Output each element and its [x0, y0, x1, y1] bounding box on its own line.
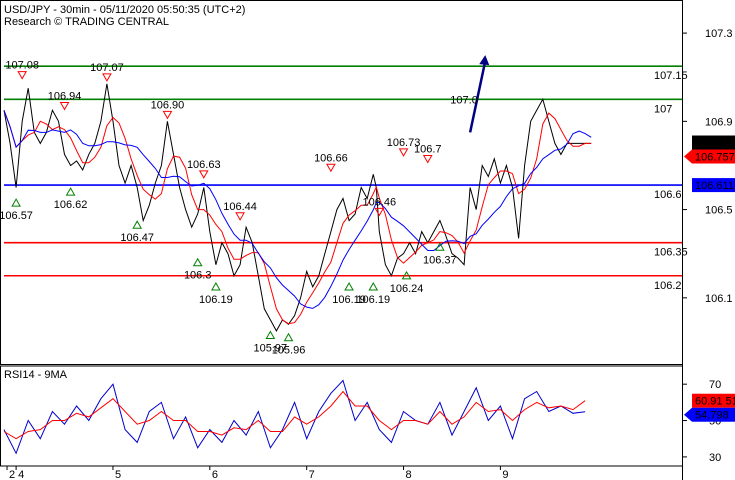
price-tick-label-2: 106.9: [705, 116, 733, 128]
trough-marker-21: [434, 242, 445, 251]
trough-label-15: 106.19: [199, 294, 233, 306]
peak-marker-7: [374, 207, 385, 217]
rsi-badge-label-0: 60.91 51: [695, 396, 735, 408]
rsi-tick-label-0: 30: [709, 452, 721, 464]
peak-label-3: 106.90: [151, 99, 185, 111]
rsi-badge-label-1: 54.798: [695, 410, 729, 422]
level-label-0: 107.15: [654, 70, 688, 82]
peak-label-6: 106.66: [314, 152, 348, 164]
trough-label-19: 106.19: [356, 294, 390, 306]
day-label-1: 4: [18, 469, 24, 480]
trough-marker-16: [265, 330, 276, 339]
trough-marker-14: [192, 257, 203, 267]
peak-label-9: 106.7: [414, 143, 442, 155]
slow-ma-series: [3, 110, 592, 309]
trough-label-11: 106.57: [0, 210, 33, 222]
price-panel-frame: [0, 0, 683, 365]
level-label-3: 106.35: [654, 247, 688, 259]
trough-label-17: 105.96: [272, 345, 306, 357]
trough-marker-18: [344, 281, 354, 291]
peak-marker-9: [422, 154, 433, 164]
rsi-badge-pointer-1: [684, 407, 692, 422]
peak-marker-2: [102, 73, 112, 82]
price-tick-label-3: 107.3: [705, 28, 733, 40]
peak-marker-6: [326, 163, 336, 173]
trough-marker-11: [11, 198, 21, 207]
peak-label-4: 106.63: [187, 159, 221, 171]
trough-marker-17: [283, 332, 294, 342]
trough-label-13: 106.47: [120, 232, 154, 244]
price-tick-label-0: 106.1: [705, 293, 733, 305]
price-series: [3, 83, 592, 332]
rsi-ma-series: [3, 390, 586, 440]
peak-label-2: 107.07: [90, 62, 124, 74]
trough-marker-13: [132, 220, 143, 229]
price-badge-label-2: 106.611: [695, 180, 734, 192]
peak-marker-0: [17, 71, 28, 80]
chart-root: 107.15 107 106.6 106.35 106.2 107.08 106.94 10…: [0, 0, 735, 480]
day-label-5: 8: [406, 469, 412, 480]
trough-label-14: 106.3: [184, 270, 212, 282]
peak-label-1: 106.94: [48, 91, 82, 103]
day-label-6: 9: [502, 469, 508, 480]
peak-marker-1: [59, 102, 70, 111]
trough-label-20: 106.24: [390, 283, 424, 295]
rsi-title: RSI14 - 9MA: [4, 369, 68, 381]
chart-title: USD/JPY - 30min - 05/11/2020 05:50:35 (U…: [4, 4, 245, 16]
peak-label-5: 106.44: [223, 201, 257, 213]
chart-subtitle: Research © TRADING CENTRAL: [4, 16, 169, 28]
price-badge-pointer-1: [684, 149, 692, 164]
chart-svg: 107.15107106.6106.35106.2 107.08106.9410…: [0, 0, 735, 480]
target-label-10: 107.0: [450, 94, 478, 106]
peak-marker-4: [198, 170, 209, 179]
price-badge-label-1: 106.757: [695, 152, 735, 164]
trough-marker-19: [368, 281, 379, 291]
fast-ma-series: [3, 110, 592, 325]
price-badge-label-0: 106.804: [695, 138, 735, 150]
rsi-panel-frame: [0, 365, 683, 467]
trough-marker-15: [211, 281, 221, 291]
peak-marker-3: [162, 110, 173, 120]
peak-label-0: 107.08: [5, 60, 39, 72]
level-label-1: 107: [654, 103, 672, 115]
day-label-0: 2: [9, 469, 15, 480]
day-label-2: 5: [115, 469, 121, 480]
day-label-3: 6: [212, 469, 218, 480]
forecast-arrow-head: [479, 55, 490, 66]
peak-marker-8: [398, 148, 409, 157]
trough-marker-12: [65, 187, 76, 196]
trough-label-21: 106.37: [423, 254, 457, 266]
price-tick-label-1: 106.5: [705, 205, 733, 217]
peak-marker-5: [235, 212, 245, 221]
peak-label-7: 106.46: [362, 196, 396, 208]
trough-label-12: 106.62: [54, 199, 88, 211]
rsi-tick-label-2: 70: [709, 379, 721, 391]
level-label-4: 106.2: [654, 280, 682, 292]
day-label-4: 7: [309, 469, 315, 480]
level-label-2: 106.6: [654, 189, 682, 201]
